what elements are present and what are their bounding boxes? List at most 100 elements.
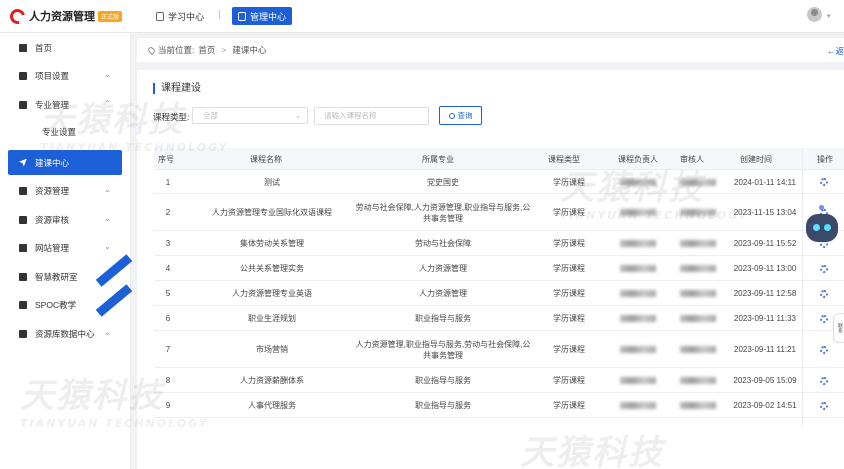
settings-icon[interactable]: [820, 178, 828, 186]
cell-no-text: 8: [165, 376, 171, 385]
chevron-down-icon: ⌄: [104, 70, 111, 79]
settings-icon[interactable]: [820, 401, 828, 410]
cell-reviewer: [670, 256, 726, 281]
cell-name-text: 公共关系管理实务: [240, 264, 304, 273]
table-row: 4 公共关系管理实务 人力资源管理 学历课程 2023-09-11 13:00: [154, 256, 844, 281]
redacted-name: [620, 402, 656, 409]
sidebar-item-home[interactable]: 首页: [0, 38, 131, 58]
breadcrumb-current: 建课中心: [232, 45, 267, 55]
redacted-name: [620, 240, 656, 247]
cell-owner: [608, 256, 668, 281]
back-link[interactable]: ←返: [827, 45, 844, 57]
sidebar-item-major-settings[interactable]: 专业设置: [0, 122, 131, 142]
cell-created: 2023-09-11 11:21: [726, 331, 804, 368]
cell-name: 公共关系管理实务: [184, 256, 360, 281]
cell-actions: [804, 393, 844, 418]
cell-no-text: 3: [165, 239, 171, 248]
cell-type: 学历课程: [534, 306, 604, 331]
sidebar-item-course-center[interactable]: 建课中心: [8, 150, 122, 175]
chevron-down-icon: ⌄: [294, 111, 301, 120]
sidebar-item-label: 专业设置: [42, 127, 77, 137]
cell-reviewer: [670, 194, 726, 231]
cell-owner: [608, 393, 668, 418]
cell-name: 人力资源管理专业英语: [184, 281, 360, 306]
redacted-name: [680, 240, 716, 247]
nav-study-center[interactable]: 学习中心: [156, 10, 204, 23]
cell-type-text: 学历课程: [553, 376, 585, 385]
settings-icon[interactable]: [820, 264, 828, 273]
cell-major: 劳动与社会保障,人力资源管理,职业指导与服务,公共事务管理: [354, 194, 532, 231]
cell-major-text: 职业指导与服务: [415, 376, 471, 385]
sidebar-item-major-management[interactable]: 专业管理 ⌃: [0, 95, 131, 115]
redacted-name: [620, 209, 656, 216]
cell-name: 人力资源管理专业国际化双语课程: [184, 194, 360, 231]
sidebar-item-label: 资源库数据中心: [35, 329, 95, 339]
assistant-robot-icon[interactable]: [806, 214, 838, 242]
cell-type: 学历课程: [534, 331, 604, 368]
course-type-label: 课程类型:: [153, 112, 190, 122]
cell-created-text: 2023-11-15 13:04: [733, 208, 797, 217]
cell-owner: [608, 331, 668, 368]
cell-major: 人力资源管理: [354, 281, 532, 306]
breadcrumb: 当前位置: 首页 > 建课中心 ←返: [137, 38, 844, 62]
chevron-down-icon[interactable]: ▾: [827, 12, 831, 20]
cell-name: 职业生涯规划: [184, 306, 360, 331]
search-button[interactable]: 查询: [439, 106, 482, 125]
settings-icon[interactable]: [820, 345, 828, 354]
table-row: 3 集体劳动关系管理 劳动与社会保障 学历课程 2023-09-11 15:52: [154, 231, 844, 256]
sidebar-item-label: 专业管理: [35, 100, 70, 110]
app-logo[interactable]: 人力资源管理 正式版: [7, 5, 123, 27]
contact-tab[interactable]: 联系: [833, 313, 844, 343]
cell-created-text: 2023-09-11 13:00: [733, 264, 797, 273]
settings-icon[interactable]: [820, 314, 828, 323]
cell-major-text: 人力资源管理: [419, 289, 467, 298]
cell-major-text: 劳动与社会保障: [415, 239, 471, 248]
cell-created: 2024-01-11 14:11: [726, 170, 804, 194]
cell-created-text: 2023-09-11 11:33: [734, 314, 796, 323]
redacted-name: [620, 265, 656, 272]
cell-major: 人力资源管理: [354, 256, 532, 281]
nav-manage-center[interactable]: 管理中心: [232, 7, 293, 25]
folder-icon: [19, 216, 27, 224]
breadcrumb-home[interactable]: 首页: [198, 44, 215, 56]
cell-reviewer: [670, 170, 726, 194]
sidebar-item-project-settings[interactable]: 项目设置 ⌄: [0, 66, 131, 86]
book-icon: [19, 101, 27, 109]
sidebar-item-website-management[interactable]: 网站管理 ⌄: [0, 238, 131, 258]
cell-major: 劳动与社会保障: [354, 231, 532, 256]
col-major: 所属专业: [422, 155, 454, 164]
course-name-input[interactable]: 请输入课程名称: [314, 107, 429, 125]
breadcrumb-separator: >: [221, 45, 227, 55]
cell-type-text: 学历课程: [553, 177, 585, 187]
cell-created: 2023-09-02 14:51: [726, 393, 804, 418]
chevron-down-icon: ⌄: [104, 185, 111, 194]
col-type: 课程类型: [548, 155, 580, 164]
location-icon: [146, 45, 157, 55]
manage-icon: [238, 11, 246, 21]
avatar[interactable]: [807, 7, 822, 22]
breadcrumb-prefix: 当前位置:: [158, 45, 195, 55]
sidebar-item-resource-review[interactable]: 资源审核 ⌄: [0, 210, 131, 230]
table-header: 序号 课程名称 所属专业 课程类型 课程负责人 审核人 创建时间 操作: [154, 148, 844, 170]
cell-no-text: 6: [165, 314, 171, 323]
cell-reviewer: [670, 231, 726, 256]
cell-no: 5: [154, 281, 182, 306]
cell-name-text: 人力资源管理专业英语: [232, 289, 312, 298]
cell-major-text: 职业指导与服务: [415, 314, 471, 323]
robot-antenna: [819, 205, 824, 210]
cell-no: 7: [154, 331, 182, 368]
cell-created-text: 2024-01-11 14:11: [734, 177, 796, 187]
course-type-select[interactable]: 全部 ⌄: [192, 107, 308, 124]
folder-icon: [19, 72, 27, 80]
redacted-name: [680, 402, 716, 409]
col-created: 创建时间: [740, 155, 772, 164]
cell-created: 2023-11-15 13:04: [726, 194, 804, 231]
settings-icon[interactable]: [820, 376, 828, 385]
settings-icon[interactable]: [820, 289, 828, 298]
version-badge: 正式版: [98, 10, 123, 22]
sidebar-item-resource-management[interactable]: 资源管理 ⌄: [0, 181, 131, 201]
cell-created-text: 2023-09-11 15:52: [733, 239, 797, 248]
sidebar-item-data-center[interactable]: 资源库数据中心 ⌄: [0, 324, 131, 344]
cell-actions: [804, 256, 844, 281]
cell-name: 人事代理服务: [184, 393, 360, 418]
